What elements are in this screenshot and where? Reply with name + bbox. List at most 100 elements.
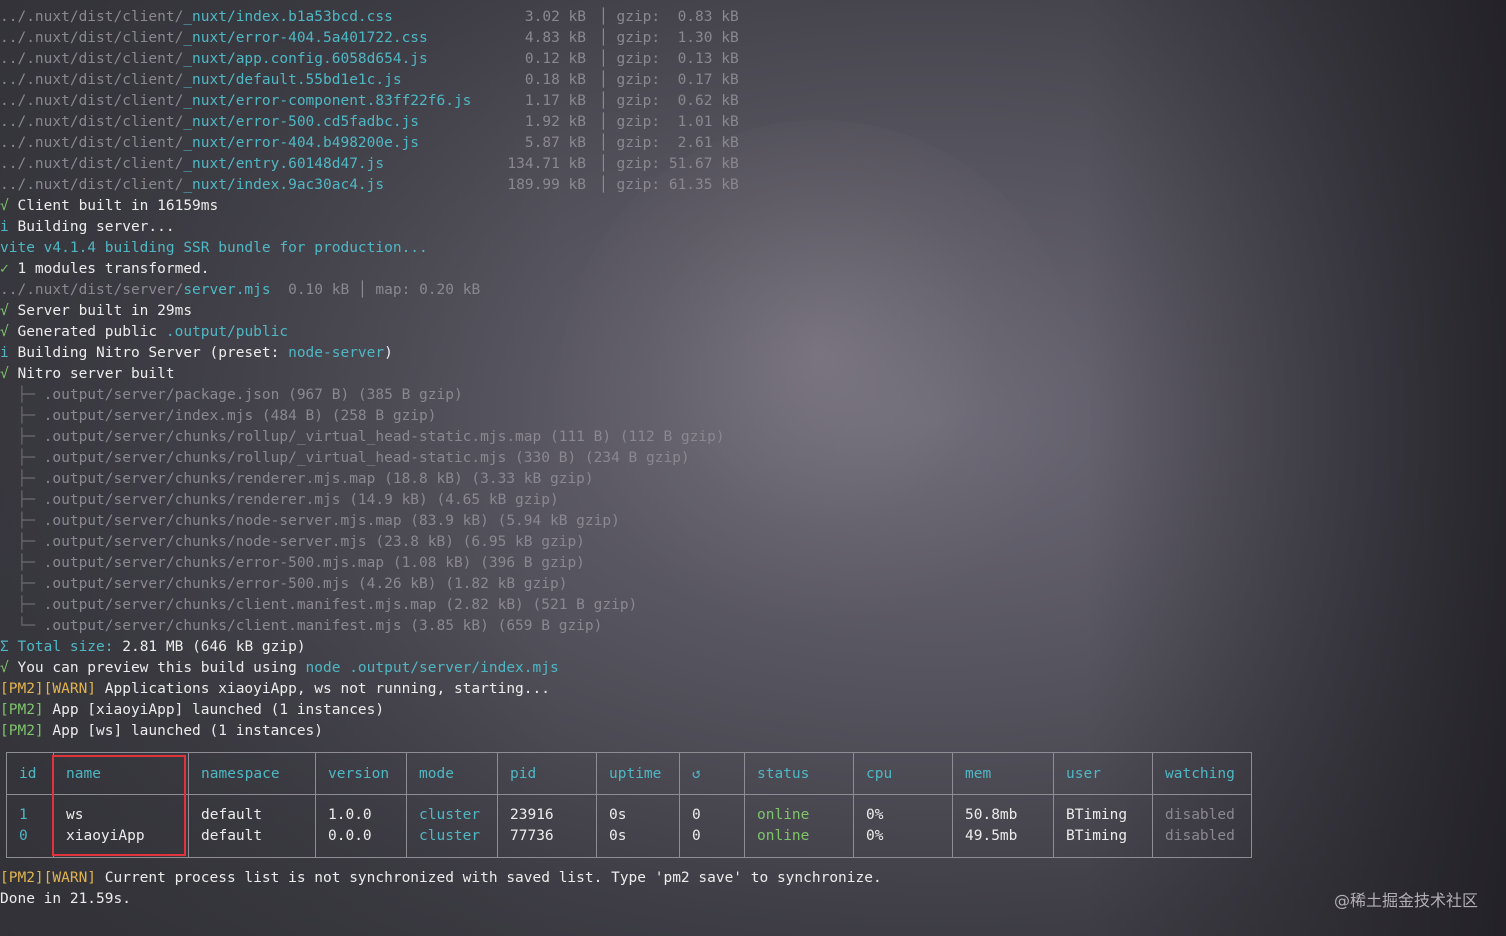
- asset-gzip: │ gzip: 0.83 kB: [599, 7, 739, 28]
- pm2-tag: [PM2]: [0, 723, 44, 739]
- asset-file: _nuxt/index.9ac30ac4.js: [183, 177, 385, 193]
- vite-ssr-line: vite v4.1.4 building SSR bundle for prod…: [0, 238, 1506, 259]
- pm2-tag: [PM2][WARN]: [0, 681, 97, 697]
- cell-value: BTiming: [1066, 828, 1128, 844]
- cell-value: 49.5mb: [965, 828, 1018, 844]
- column-divider: │: [599, 72, 617, 88]
- asset-prefix: ../.nuxt/dist/client/: [0, 135, 184, 151]
- nitro-file: .output/server/index.mjs (484 B) (258 B …: [43, 408, 437, 424]
- pm2-process-table: id name namespace version mode pid uptime ↺ stat…: [6, 752, 1252, 858]
- asset-gzip: │ gzip: 0.17 kB: [599, 70, 739, 91]
- asset-path: ../.nuxt/dist/client/_nuxt/index.9ac30ac…: [0, 175, 384, 196]
- cell-value: 0s: [609, 807, 627, 823]
- tree-branch: ├─: [0, 429, 44, 445]
- column-header-id: id: [6, 752, 54, 795]
- cell-value: 0: [692, 807, 701, 823]
- column-divider: │: [599, 30, 617, 46]
- client-built-line: √ Client built in 16159ms: [0, 196, 1506, 217]
- preset-name: node-server: [288, 345, 385, 361]
- total-value: 2.81 MB (646 kB gzip): [113, 639, 306, 655]
- asset-prefix: ../.nuxt/dist/client/: [0, 93, 184, 109]
- status-mark: √: [0, 366, 9, 382]
- pm2-tag: [PM2]: [0, 702, 44, 718]
- nitro-file-line: ├─ .output/server/chunks/node-server.mjs…: [0, 532, 1506, 553]
- map-size: map: 0.20 kB: [366, 282, 481, 298]
- status-mark: i: [0, 345, 9, 361]
- asset-file: _nuxt/entry.60148d47.js: [183, 156, 385, 172]
- asset-gzip: │ gzip: 51.67 kB: [599, 154, 739, 175]
- nitro-file: .output/server/chunks/renderer.mjs (14.9…: [43, 492, 559, 508]
- cell-value: online: [757, 807, 810, 823]
- asset-file: _nuxt/error-500.cd5fadbc.js: [183, 114, 420, 130]
- asset-gzip: │ gzip: 1.01 kB: [599, 112, 739, 133]
- nitro-file: .output/server/chunks/client.manifest.mj…: [43, 597, 638, 613]
- gzip-value: gzip: 2.61 kB: [616, 135, 739, 151]
- building-server-line: i Building server...: [0, 217, 1506, 238]
- asset-prefix: ../.nuxt/dist/client/: [0, 72, 184, 88]
- asset-prefix: ../.nuxt/dist/server/: [0, 282, 184, 298]
- asset-path: ../.nuxt/dist/client/_nuxt/error-compone…: [0, 91, 471, 112]
- cell-value: 0s: [609, 828, 627, 844]
- tree-branch: ├─: [0, 450, 44, 466]
- column-header-restarts: ↺: [679, 752, 745, 795]
- asset-gzip: │ gzip: 0.62 kB: [599, 91, 739, 112]
- gzip-value: gzip: 1.01 kB: [616, 114, 739, 130]
- server-asset-line: ../.nuxt/dist/server/server.mjs 0.10 kB …: [0, 280, 1506, 301]
- vite-text: vite v4.1.4 building SSR bundle for prod…: [0, 240, 428, 256]
- table-cell: cluster cluster: [406, 794, 498, 858]
- asset-size: 4.83 kB: [524, 30, 586, 46]
- done-message: Done in 21.59s.: [0, 891, 131, 907]
- cell-value: BTiming: [1066, 807, 1128, 823]
- status-text: Building Nitro Server (preset:: [8, 345, 289, 361]
- cell-value: disabled: [1165, 828, 1235, 844]
- nitro-file-line: ├─ .output/server/chunks/client.manifest…: [0, 595, 1506, 616]
- asset-size: 134.71 kB: [507, 156, 586, 172]
- table-cell: 0s 0s: [596, 794, 680, 858]
- nitro-file: .output/server/chunks/renderer.mjs.map (…: [43, 471, 594, 487]
- nitro-file: .output/server/chunks/rollup/_virtual_he…: [43, 429, 725, 445]
- gzip-value: gzip: 0.83 kB: [616, 9, 739, 25]
- status-mark: √: [0, 324, 9, 340]
- column-divider: │: [599, 51, 617, 67]
- column-divider: │: [599, 135, 617, 151]
- column-header-namespace: namespace: [188, 752, 316, 795]
- server-built-line: √ Server built in 29ms: [0, 301, 1506, 322]
- column-header-user: user: [1053, 752, 1153, 795]
- tree-branch: ├─: [0, 576, 44, 592]
- tree-branch: ├─: [0, 492, 44, 508]
- nitro-building-line: i Building Nitro Server (preset: node-se…: [0, 343, 1506, 364]
- pm2-text: App [ws] launched (1 instances): [43, 723, 324, 739]
- nitro-file: .output/server/chunks/node-server.mjs (2…: [43, 534, 585, 550]
- pm2-log-line: [PM2] App [xiaoyiApp] launched (1 instan…: [0, 700, 1506, 721]
- asset-prefix: ../.nuxt/dist/client/: [0, 156, 184, 172]
- asset-path: ../.nuxt/dist/client/_nuxt/index.b1a53bc…: [0, 7, 393, 28]
- nitro-file: .output/server/package.json (967 B) (385…: [43, 387, 463, 403]
- tree-branch: ├─: [0, 471, 44, 487]
- asset-gzip: │ gzip: 1.30 kB: [599, 28, 739, 49]
- nitro-file-line: └─ .output/server/chunks/client.manifest…: [0, 616, 1506, 637]
- modules-transformed-line: ✓ 1 modules transformed.: [0, 259, 1506, 280]
- cell-value: default: [201, 828, 263, 844]
- tree-branch: ├─: [0, 534, 44, 550]
- preview-line: √ You can preview this build using node …: [0, 658, 1506, 679]
- nitro-file-line: ├─ .output/server/chunks/renderer.mjs (1…: [0, 490, 1506, 511]
- status-text: Server built in 29ms: [8, 303, 193, 319]
- column-divider: │: [599, 177, 617, 193]
- column-divider: │: [599, 114, 617, 130]
- column-header-version: version: [315, 752, 407, 795]
- terminal-footer: [PM2][WARN] Current process list is not …: [0, 868, 1506, 910]
- table-cell: BTiming BTiming: [1053, 794, 1153, 858]
- pm2-text: App [xiaoyiApp] launched (1 instances): [43, 702, 385, 718]
- build-asset-line: ../.nuxt/dist/client/_nuxt/error-500.cd5…: [0, 112, 1506, 133]
- terminal-output: ../.nuxt/dist/client/_nuxt/index.b1a53bc…: [0, 7, 1506, 742]
- column-divider: │: [357, 282, 367, 298]
- asset-prefix: ../.nuxt/dist/client/: [0, 114, 184, 130]
- asset-size: 1.92 kB: [524, 114, 586, 130]
- asset-path: ../.nuxt/dist/client/_nuxt/app.config.60…: [0, 49, 428, 70]
- name-column-highlight: [52, 755, 186, 856]
- build-asset-line: ../.nuxt/dist/client/_nuxt/default.55bd1…: [0, 70, 1506, 91]
- status-text: Generated public: [8, 324, 166, 340]
- nitro-file: .output/server/chunks/rollup/_virtual_he…: [43, 450, 690, 466]
- nitro-built-line: √ Nitro server built: [0, 364, 1506, 385]
- asset-file: _nuxt/default.55bd1e1c.js: [183, 72, 402, 88]
